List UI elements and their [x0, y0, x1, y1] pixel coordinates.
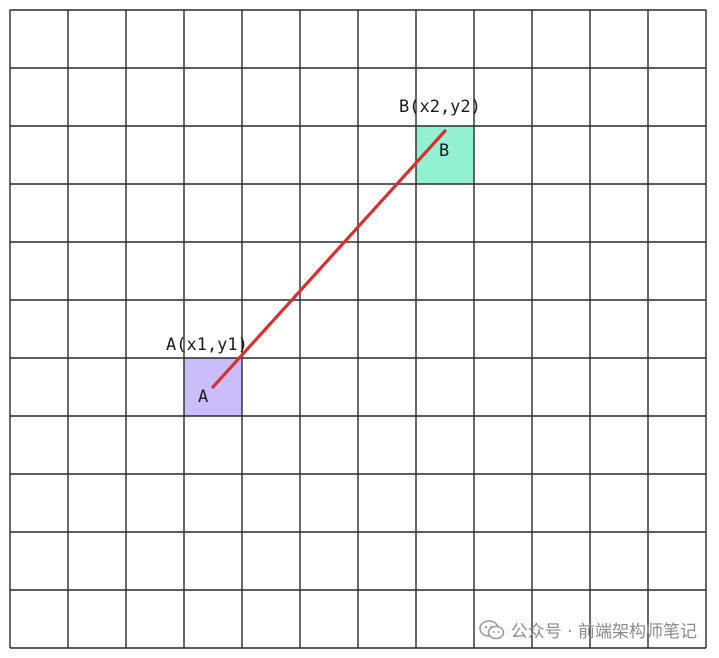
point-b-caption: B(x2,y2)	[399, 97, 481, 117]
point-a-caption: A(x1,y1)	[166, 335, 248, 355]
point-b-label: B	[439, 141, 449, 161]
wechat-icon	[478, 619, 505, 639]
grid-lines	[9, 9, 707, 649]
grid-diagram: A(x1,y1) B(x2,y2) A B	[9, 9, 707, 649]
point-a-label: A	[198, 387, 208, 407]
watermark-text: 公众号 · 前端架构师笔记	[510, 622, 697, 642]
watermark: 公众号 · 前端架构师笔记	[478, 617, 697, 642]
